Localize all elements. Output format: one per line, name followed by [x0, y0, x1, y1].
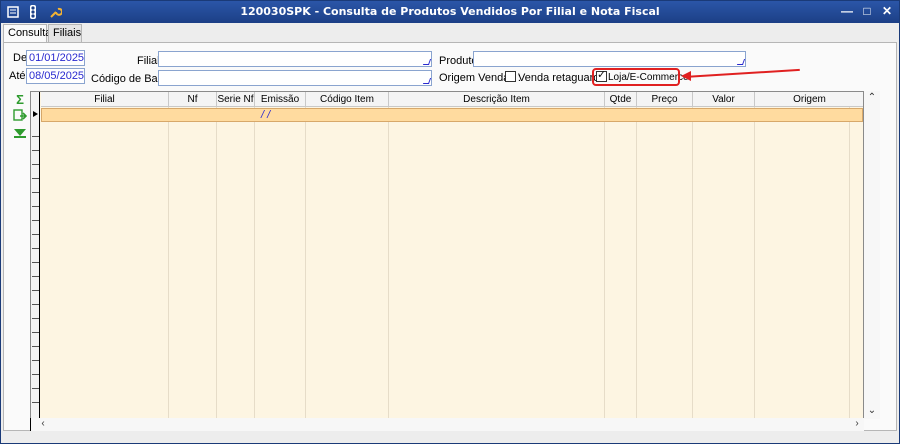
produto-label: Produto [439, 55, 478, 67]
scroll-right-icon[interactable]: › [849, 417, 865, 431]
row-indicator-column [31, 92, 40, 418]
column-header-codigo-item[interactable]: Código Item [306, 92, 389, 107]
consulta-panel: De 01/01/2025 Até 08/05/2025 Filial Códi… [3, 42, 897, 431]
sum-icon[interactable]: Σ [13, 93, 27, 107]
annotation-arrow-icon [681, 71, 691, 81]
horizontal-scrollbar[interactable]: ‹ › [30, 418, 864, 431]
vertical-scrollbar[interactable]: ⌃ ⌄ [864, 91, 880, 419]
column-header-valor[interactable]: Valor [693, 92, 755, 107]
column-header-filial[interactable]: Filial [41, 92, 169, 107]
scroll-left-icon[interactable]: ‹ [35, 417, 51, 431]
produto-field[interactable] [473, 51, 746, 67]
scroll-up-icon[interactable]: ⌃ [864, 91, 880, 105]
maximize-button[interactable]: □ [859, 4, 875, 19]
scroll-down-icon[interactable]: ⌄ [864, 404, 880, 418]
tab-filiais[interactable]: Filiais [48, 24, 82, 43]
filial-field[interactable] [158, 51, 432, 67]
column-header-qtde[interactable]: Qtde [605, 92, 637, 107]
column-header-nf[interactable]: Nf [169, 92, 217, 107]
annotation-arrow-line [683, 68, 800, 78]
ate-date-field[interactable]: 08/05/2025 [26, 68, 85, 84]
codigo-barras-field[interactable] [158, 70, 432, 86]
annotation-highlight-box [592, 68, 680, 86]
column-header-emissao[interactable]: Emissão [255, 92, 306, 107]
emissao-cell[interactable]: / / [261, 109, 270, 121]
column-header-serie-nf[interactable]: Serie Nf [217, 92, 255, 107]
close-button[interactable]: ✕ [879, 4, 895, 19]
title-bar: 120030SPK - Consulta de Produtos Vendido… [1, 1, 899, 23]
tab-consulta-label: Consulta [8, 27, 52, 39]
tab-filiais-label: Filiais [53, 27, 82, 39]
results-grid[interactable]: Filial Nf Serie Nf Emissão Código Item D… [30, 91, 864, 419]
filter-icon[interactable] [13, 127, 27, 141]
column-header-descricao-item[interactable]: Descrição Item [389, 92, 605, 107]
main-window: 120030SPK - Consulta de Produtos Vendido… [0, 0, 900, 444]
de-date-field[interactable]: 01/01/2025 [26, 50, 85, 66]
tab-consulta[interactable]: Consulta [3, 24, 51, 44]
window-bottom-edge [3, 431, 897, 443]
column-header-preco[interactable]: Preço [637, 92, 693, 107]
current-row-arrow-icon [33, 111, 38, 117]
ate-label: Até [9, 70, 26, 82]
export-icon[interactable] [13, 109, 28, 123]
filial-label: Filial [137, 55, 160, 67]
venda-retaguarda-checkbox[interactable] [505, 71, 516, 82]
column-header-origem[interactable]: Origem [755, 92, 863, 107]
table-row[interactable] [41, 108, 863, 122]
window-title: 120030SPK - Consulta de Produtos Vendido… [240, 5, 660, 18]
minimize-button[interactable]: — [839, 4, 855, 19]
de-label: De [13, 52, 28, 64]
